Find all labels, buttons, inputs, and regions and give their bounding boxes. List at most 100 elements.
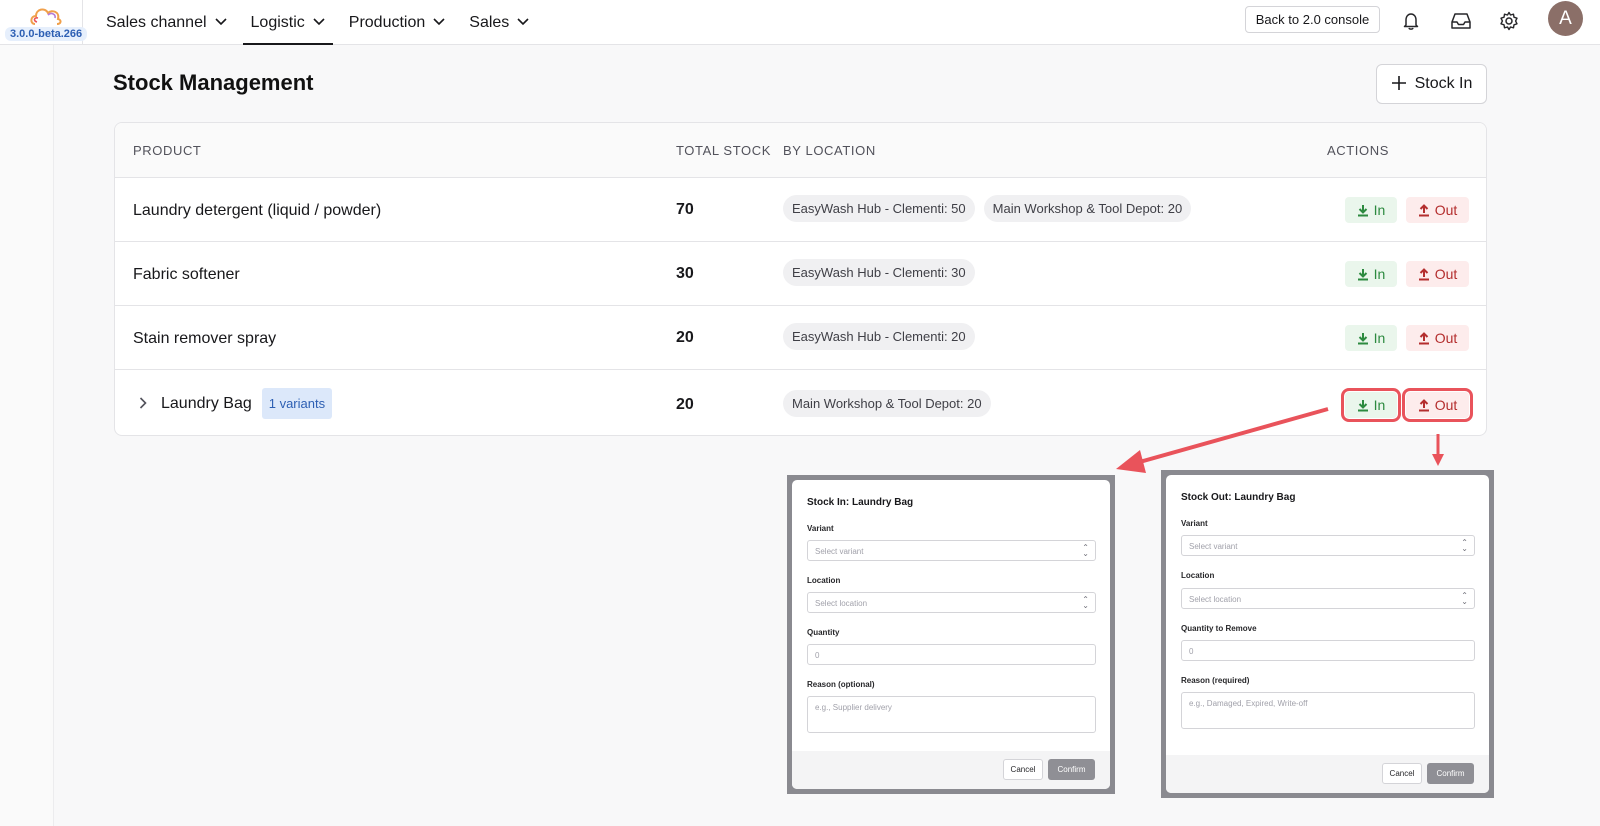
stock-out-action-button[interactable]: Out <box>1406 261 1469 287</box>
quantity-input[interactable]: 0 <box>807 644 1096 665</box>
reason-textarea[interactable]: e.g., Supplier delivery <box>807 696 1096 733</box>
stock-in-button[interactable]: Stock In <box>1376 64 1487 104</box>
stock-in-action-button[interactable]: In <box>1341 388 1401 422</box>
reason-textarea[interactable]: e.g., Damaged, Expired, Write-off <box>1181 692 1475 729</box>
stock-in-action-button[interactable]: In <box>1345 261 1397 287</box>
nav-sales[interactable]: Sales <box>457 0 541 45</box>
quantity-placeholder: 0 <box>815 651 820 660</box>
total-stock: 30 <box>676 265 694 282</box>
nav-logistic[interactable]: Logistic <box>239 0 337 45</box>
chevron-down-icon <box>517 17 529 29</box>
download-icon <box>1357 204 1368 216</box>
action-in-label: In <box>1373 202 1386 218</box>
table-header: PRODUCT TOTAL STOCK BY LOCATION ACTIONS <box>115 123 1486 178</box>
top-navigation-bar: 3.0.0-beta.266 Sales channel Logistic Pr… <box>0 0 1600 45</box>
stock-in-action-button[interactable]: In <box>1345 197 1397 223</box>
cancel-button[interactable]: Cancel <box>1003 759 1043 780</box>
stock-in-dialog: Stock In: Laundry Bag Variant Select var… <box>787 475 1115 794</box>
column-header-actions: ACTIONS <box>1327 143 1389 158</box>
stock-out-action-button[interactable]: Out <box>1406 197 1469 223</box>
nav-label: Sales <box>469 13 510 31</box>
back-to-console-button[interactable]: Back to 2.0 console <box>1245 6 1380 33</box>
total-stock: 20 <box>676 329 694 346</box>
stock-in-action-button[interactable]: In <box>1345 325 1397 351</box>
quantity-placeholder: 0 <box>1189 647 1194 656</box>
stock-in-button-label: Stock In <box>1414 75 1473 92</box>
location-label: Location <box>807 576 841 585</box>
chevron-down-icon <box>433 17 445 29</box>
product-name: Laundry Bag <box>161 394 252 412</box>
location-select[interactable]: Select location ⌃ ⌄ <box>807 592 1096 613</box>
dialog-body: Stock In: Laundry Bag Variant Select var… <box>792 480 1110 789</box>
nav-production[interactable]: Production <box>337 0 458 45</box>
version-badge: 3.0.0-beta.266 <box>5 27 88 41</box>
quantity-label: Quantity <box>807 628 840 637</box>
table-row: Fabric softener 30 EasyWash Hub - Clemen… <box>115 242 1486 306</box>
bell-icon[interactable] <box>1399 9 1423 33</box>
variant-select[interactable]: Select variant ⌃ ⌄ <box>1181 535 1475 556</box>
location-select[interactable]: Select location ⌃ ⌄ <box>1181 588 1475 609</box>
upload-icon <box>1418 203 1429 216</box>
action-in-label: In <box>1373 397 1386 413</box>
quantity-input[interactable]: 0 <box>1181 640 1475 661</box>
download-icon <box>1357 268 1368 280</box>
nav-label: Production <box>348 13 426 31</box>
stock-out-action-button[interactable]: Out <box>1402 388 1473 422</box>
column-header-by-location: BY LOCATION <box>783 143 876 158</box>
page-title: Stock Management <box>113 70 314 95</box>
chevron-updown-icon: ⌃ ⌄ <box>1082 595 1089 610</box>
product-name-cell: Laundry Bag 1 variants <box>135 388 333 419</box>
location-label: Location <box>1181 571 1215 580</box>
upload-icon <box>1418 267 1429 280</box>
confirm-button[interactable]: Confirm <box>1048 759 1095 780</box>
variant-label: Variant <box>1181 519 1208 528</box>
variant-select[interactable]: Select variant ⌃ ⌄ <box>807 540 1096 561</box>
stock-out-action-button[interactable]: Out <box>1406 325 1469 351</box>
action-in-label: In <box>1373 266 1386 282</box>
chevron-down-icon <box>313 17 325 29</box>
location-placeholder: Select location <box>815 599 868 608</box>
location-chip: EasyWash Hub - Clementi: 20 <box>783 323 975 350</box>
location-chip: Main Workshop & Tool Depot: 20 <box>783 390 991 417</box>
column-header-total-stock: TOTAL STOCK <box>676 143 771 158</box>
confirm-button[interactable]: Confirm <box>1427 763 1474 784</box>
action-in-label: In <box>1373 330 1386 346</box>
product-name: Fabric softener <box>133 266 240 283</box>
location-chips: EasyWash Hub - Clementi: 50 Main Worksho… <box>783 195 1192 222</box>
location-chips: EasyWash Hub - Clementi: 20 <box>783 323 975 350</box>
nav-sales-channel[interactable]: Sales channel <box>94 0 239 45</box>
nav-label: Sales channel <box>106 13 207 31</box>
location-chips: EasyWash Hub - Clementi: 30 <box>783 259 975 286</box>
stock-out-dialog: Stock Out: Laundry Bag Variant Select va… <box>1161 470 1494 798</box>
cloud-logo-icon <box>30 8 62 25</box>
cancel-button[interactable]: Cancel <box>1382 763 1422 784</box>
inbox-icon[interactable] <box>1449 9 1473 33</box>
reason-label: Reason (required) <box>1181 676 1250 685</box>
main-nav: Sales channel Logistic Production Sales <box>94 0 541 45</box>
dialog-body: Stock Out: Laundry Bag Variant Select va… <box>1166 475 1489 793</box>
table-row: Laundry detergent (liquid / powder) 70 E… <box>115 178 1486 242</box>
download-icon <box>1357 332 1368 344</box>
location-chip: EasyWash Hub - Clementi: 50 <box>783 195 975 222</box>
chevron-updown-icon: ⌃ ⌄ <box>1461 591 1468 606</box>
variant-placeholder: Select variant <box>1189 542 1238 551</box>
gear-icon[interactable] <box>1497 9 1521 33</box>
product-name: Laundry detergent (liquid / powder) <box>133 202 382 219</box>
logo-area[interactable]: 3.0.0-beta.266 <box>0 0 88 45</box>
action-out-label: Out <box>1434 330 1458 346</box>
action-out-label: Out <box>1434 397 1458 413</box>
variants-badge[interactable]: 1 variants <box>261 388 333 419</box>
product-name: Stain remover spray <box>133 330 277 347</box>
total-stock: 20 <box>676 396 694 413</box>
table-row: Stain remover spray 20 EasyWash Hub - Cl… <box>115 306 1486 370</box>
column-header-product: PRODUCT <box>133 143 202 158</box>
user-avatar[interactable]: A <box>1548 1 1583 36</box>
dialog-footer: Cancel Confirm <box>1166 755 1489 793</box>
chevron-right-icon[interactable] <box>139 396 147 412</box>
dialog-title: Stock Out: Laundry Bag <box>1181 492 1296 503</box>
chevron-updown-icon: ⌃ ⌄ <box>1082 543 1089 558</box>
variant-label: Variant <box>807 524 834 533</box>
upload-icon <box>1418 398 1429 411</box>
dialog-footer: Cancel Confirm <box>792 751 1110 789</box>
action-out-label: Out <box>1434 266 1458 282</box>
